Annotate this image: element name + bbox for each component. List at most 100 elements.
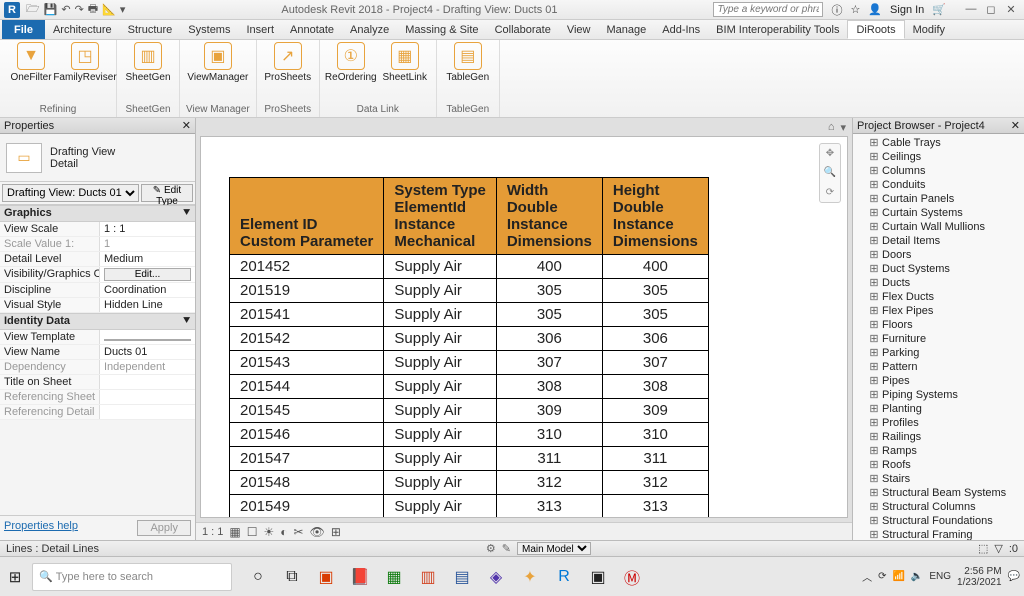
app-icon[interactable]: ▣ [310,561,342,593]
tree-node[interactable]: ⊞ Doors [853,248,1024,262]
word-icon[interactable]: ▤ [446,561,478,593]
tree-node[interactable]: ⊞ Structural Columns [853,500,1024,514]
filter-icon[interactable]: ▽ [994,542,1002,555]
property-row[interactable]: Scale Value 1:1 [0,237,195,252]
tree-node[interactable]: ⊞ Curtain Systems [853,206,1024,220]
familyreviser-button[interactable]: ◳FamilyReviser [60,42,110,83]
tab-structure[interactable]: Structure [120,20,181,39]
close-icon[interactable]: ✕ [1011,119,1020,132]
tree-node[interactable]: ⊞ Piping Systems [853,388,1024,402]
view-options-icon[interactable]: ▾ [840,121,846,134]
tree-node[interactable]: ⊞ Duct Systems [853,262,1024,276]
hide-icon[interactable]: 👁 [310,525,325,539]
tab-view[interactable]: View [559,20,599,39]
sheetgen-button[interactable]: ▥SheetGen [123,42,173,83]
apply-button[interactable]: Apply [137,520,191,536]
tab-annotate[interactable]: Annotate [282,20,342,39]
detail-level-icon[interactable]: ▦ [229,525,240,539]
tab-file[interactable]: File [2,20,45,39]
scale-label[interactable]: 1 : 1 [202,526,223,538]
tree-node[interactable]: ⊞ Structural Framing [853,528,1024,540]
tree-node[interactable]: ⊞ Curtain Wall Mullions [853,220,1024,234]
star-icon[interactable]: ☆ [850,3,860,16]
tree-node[interactable]: ⊞ Railings [853,430,1024,444]
section-identity[interactable]: Identity Data⯆ [0,313,195,330]
measure-icon[interactable]: 📐 [102,3,116,16]
close-icon[interactable]: ✕ [182,119,191,132]
app-icon[interactable]: ◈ [480,561,512,593]
tablegen-button[interactable]: ▤TableGen [443,42,493,83]
tree-node[interactable]: ⊞ Cable Trays [853,136,1024,150]
sun-icon[interactable]: ☀ [264,525,275,539]
tab-bim-interoperability-tools[interactable]: BIM Interoperability Tools [708,20,847,39]
tree-node[interactable]: ⊞ Profiles [853,416,1024,430]
viewmanager-button[interactable]: ▣ViewManager [193,42,243,83]
worksets-icon[interactable]: ⚙ [486,542,496,555]
property-row[interactable]: View Template [0,330,195,345]
tree-node[interactable]: ⊞ Flex Pipes [853,304,1024,318]
tree-node[interactable]: ⊞ Structural Foundations [853,514,1024,528]
model-selector[interactable]: Main Model [517,542,591,555]
clock[interactable]: 2:56 PM 1/23/2021 [957,566,1002,588]
excel-icon[interactable]: ▦ [378,561,410,593]
user-icon[interactable]: 👤 [868,3,882,16]
revit-icon[interactable]: R [548,561,580,593]
tab-modify[interactable]: Modify [905,20,953,39]
minimize-button[interactable]: — [962,3,980,16]
help-search-input[interactable] [713,2,823,17]
tab-insert[interactable]: Insert [238,20,282,39]
tab-systems[interactable]: Systems [180,20,238,39]
tree-node[interactable]: ⊞ Columns [853,164,1024,178]
tree-node[interactable]: ⊞ Pipes [853,374,1024,388]
crop-icon[interactable]: ✂ [294,525,304,539]
property-row[interactable]: View Scale1 : 1 [0,222,195,237]
select-icon[interactable]: ⬚ [978,542,988,555]
volume-icon[interactable]: 🔈 [911,571,923,582]
orbit-icon[interactable]: ⟳ [826,187,834,198]
tree-node[interactable]: ⊞ Parking [853,346,1024,360]
tab-collaborate[interactable]: Collaborate [487,20,559,39]
cortana-icon[interactable]: ○ [242,561,274,593]
tree-node[interactable]: ⊞ Floors [853,318,1024,332]
powerpoint-icon[interactable]: ▥ [412,561,444,593]
property-row[interactable]: Title on Sheet [0,375,195,390]
reveal-icon[interactable]: ⊞ [331,525,341,539]
tab-analyze[interactable]: Analyze [342,20,397,39]
property-row[interactable]: Detail LevelMedium [0,252,195,267]
edit-type-button[interactable]: ✎ Edit Type [141,184,193,202]
info-icon[interactable]: ⓘ [831,2,842,18]
notifications-icon[interactable]: 💬 [1008,571,1020,582]
tree-node[interactable]: ⊞ Structural Beam Systems [853,486,1024,500]
tab-massing-site[interactable]: Massing & Site [397,20,486,39]
tab-manage[interactable]: Manage [598,20,654,39]
app-icon[interactable]: ✦ [514,561,546,593]
editable-icon[interactable]: ✎ [502,542,511,555]
canvas[interactable]: ✥ 🔍 ⟳ Element IDCustom ParameterSystem T… [200,136,848,518]
tab-architecture[interactable]: Architecture [45,20,120,39]
zoom-icon[interactable]: 🔍 [824,167,836,178]
start-button[interactable]: ⊞ [4,566,26,588]
app-icon[interactable]: 📕 [344,561,376,593]
tree-node[interactable]: ⊞ Pattern [853,360,1024,374]
property-row[interactable]: DependencyIndependent [0,360,195,375]
view-selector[interactable]: Drafting View: Ducts 01 [2,184,139,202]
cart-icon[interactable]: 🛒 [932,3,946,16]
property-row[interactable]: Referencing Detail [0,405,195,420]
reordering-button[interactable]: ①ReOrdering [326,42,376,83]
tree-node[interactable]: ⊞ Stairs [853,472,1024,486]
tree-node[interactable]: ⊞ Conduits [853,178,1024,192]
sync-icon[interactable]: ⟳ [878,571,886,582]
signin-label[interactable]: Sign In [890,4,924,16]
wifi-icon[interactable]: 📶 [892,571,904,582]
redo-icon[interactable]: ↷ [75,3,84,16]
taskbar-search[interactable]: 🔍 Type here to search [32,563,232,591]
tree-node[interactable]: ⊞ Curtain Panels [853,192,1024,206]
save-icon[interactable]: 💾 [44,3,58,16]
pan-icon[interactable]: ✥ [826,148,834,159]
tree-node[interactable]: ⊞ Planting [853,402,1024,416]
undo-icon[interactable]: ↶ [61,3,70,16]
onefilter-button[interactable]: ▼OneFilter [6,42,56,83]
property-row[interactable]: Referencing Sheet [0,390,195,405]
lang-label[interactable]: ENG [929,571,951,582]
tab-add-ins[interactable]: Add-Ins [654,20,708,39]
